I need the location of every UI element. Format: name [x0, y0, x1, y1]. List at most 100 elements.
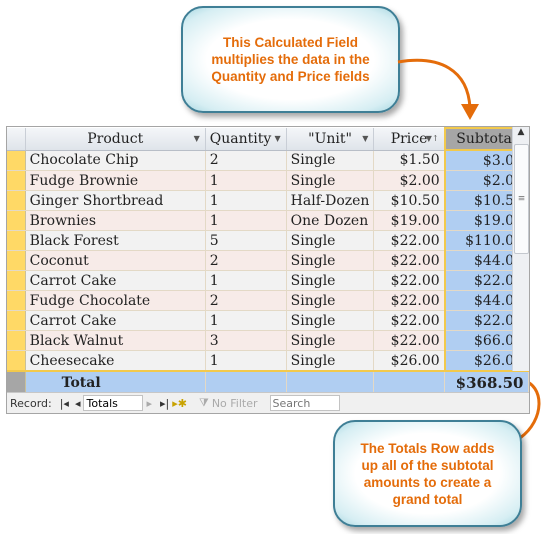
- arrowhead-down-icon: [461, 104, 479, 120]
- product-cell[interactable]: Ginger Shortbread: [25, 190, 206, 211]
- unit-cell[interactable]: Half-Dozen: [286, 190, 375, 211]
- quantity-cell[interactable]: 1: [205, 170, 287, 191]
- row-selector[interactable]: [7, 270, 26, 291]
- product-cell[interactable]: Cheesecake: [25, 350, 206, 372]
- unit-cell[interactable]: Single: [286, 330, 375, 351]
- record-navigation-bar: Record: |◂ ◂ ▸ ▸| ▸✱ ⧩ No Filter: [7, 392, 529, 413]
- totals-row-callout: The Totals Row adds up all of the subtot…: [333, 420, 522, 527]
- next-record-icon[interactable]: ▸: [146, 397, 152, 410]
- callout-text: The Totals Row adds up all of the subtot…: [360, 440, 495, 507]
- row-selector[interactable]: [7, 150, 26, 171]
- arrow-to-subtotal: [397, 58, 472, 109]
- row-selector[interactable]: [7, 370, 26, 394]
- unit-cell[interactable]: Single: [286, 350, 375, 372]
- table-row: Brownies 1 One Dozen $19.00 $19.00: [7, 210, 530, 231]
- price-cell[interactable]: $1.50: [373, 150, 446, 171]
- table-row: Chocolate Chip 2 Single $1.50 $3.00: [7, 150, 530, 171]
- row-selector[interactable]: [7, 210, 26, 231]
- unit-cell[interactable]: Single: [286, 250, 375, 271]
- select-all-corner[interactable]: [7, 128, 26, 151]
- totals-row: Total $368.50: [7, 370, 529, 394]
- datasheet: Product ▼ Quantity ▼ "Unit" ▼ Price ▼↑ Subto…: [6, 126, 530, 414]
- product-cell[interactable]: Carrot Cake: [25, 310, 206, 331]
- unit-cell[interactable]: Single: [286, 290, 375, 311]
- previous-record-icon[interactable]: ◂: [75, 397, 81, 410]
- price-cell[interactable]: $22.00: [373, 310, 446, 331]
- last-record-icon[interactable]: ▸|: [160, 397, 169, 410]
- product-cell[interactable]: Coconut: [25, 250, 206, 271]
- new-record-icon[interactable]: ▸✱: [172, 397, 187, 410]
- row-selector[interactable]: [7, 190, 26, 211]
- quantity-cell[interactable]: 1: [205, 270, 287, 291]
- sort-ascending-icon[interactable]: ▼↑: [426, 134, 439, 143]
- quantity-cell[interactable]: 2: [205, 150, 287, 171]
- grand-total-value[interactable]: $368.50: [444, 370, 529, 394]
- column-header-unit[interactable]: "Unit" ▼: [286, 128, 375, 151]
- unit-cell[interactable]: Single: [286, 230, 375, 251]
- price-cell[interactable]: $19.00: [373, 210, 446, 231]
- vertical-scrollbar[interactable]: ▲ ≡: [512, 127, 529, 371]
- row-selector[interactable]: [7, 290, 26, 311]
- quantity-cell[interactable]: 3: [205, 330, 287, 351]
- product-cell[interactable]: Black Forest: [25, 230, 206, 251]
- row-selector[interactable]: [7, 330, 26, 351]
- column-header-price[interactable]: Price ▼↑: [373, 128, 446, 151]
- table-row: Fudge Brownie 1 Single $2.00 $2.00: [7, 170, 530, 191]
- table-row: Black Forest 5 Single $22.00 $110.00: [7, 230, 530, 251]
- unit-cell[interactable]: Single: [286, 150, 375, 171]
- search-input[interactable]: [269, 395, 340, 411]
- price-cell[interactable]: $22.00: [373, 250, 446, 271]
- table-row: Carrot Cake 1 Single $22.00 $22.00: [7, 270, 530, 291]
- table-row: Coconut 2 Single $22.00 $44.00: [7, 250, 530, 271]
- row-selector[interactable]: [7, 230, 26, 251]
- datasheet-table: Product ▼ Quantity ▼ "Unit" ▼ Price ▼↑ Subto…: [7, 127, 530, 394]
- no-filter-button[interactable]: No Filter: [212, 397, 258, 410]
- row-selector[interactable]: [7, 310, 26, 331]
- current-record-field[interactable]: [83, 395, 144, 411]
- product-cell[interactable]: Chocolate Chip: [25, 150, 206, 171]
- product-cell[interactable]: Carrot Cake: [25, 270, 206, 291]
- price-cell[interactable]: $22.00: [373, 230, 446, 251]
- quantity-cell[interactable]: 5: [205, 230, 287, 251]
- table-row: Cheesecake 1 Single $26.00 $26.00: [7, 350, 530, 372]
- total-label: Total: [25, 370, 206, 394]
- scroll-up-icon[interactable]: ▲: [513, 127, 529, 143]
- product-cell[interactable]: Fudge Brownie: [25, 170, 206, 191]
- dropdown-icon[interactable]: ▼: [275, 134, 281, 143]
- total-cell[interactable]: [286, 370, 375, 394]
- quantity-cell[interactable]: 1: [205, 190, 287, 211]
- table-row: Carrot Cake 1 Single $22.00 $22.00: [7, 310, 530, 331]
- total-cell[interactable]: [205, 370, 287, 394]
- product-cell[interactable]: Fudge Chocolate: [25, 290, 206, 311]
- price-cell[interactable]: $2.00: [373, 170, 446, 191]
- total-cell[interactable]: [373, 370, 446, 394]
- product-cell[interactable]: Brownies: [25, 210, 206, 231]
- row-selector[interactable]: [7, 250, 26, 271]
- unit-cell[interactable]: Single: [286, 170, 375, 191]
- row-selector[interactable]: [7, 350, 26, 372]
- filter-icon[interactable]: ⧩: [199, 396, 209, 410]
- scroll-thumb[interactable]: ≡: [514, 144, 529, 254]
- quantity-cell[interactable]: 1: [205, 210, 287, 231]
- quantity-cell[interactable]: 1: [205, 350, 287, 372]
- record-label: Record:: [10, 396, 52, 410]
- unit-cell[interactable]: One Dozen: [286, 210, 375, 231]
- product-cell[interactable]: Black Walnut: [25, 330, 206, 351]
- price-cell[interactable]: $22.00: [373, 290, 446, 311]
- dropdown-icon[interactable]: ▼: [362, 134, 368, 143]
- column-header-product[interactable]: Product ▼: [25, 128, 206, 151]
- unit-cell[interactable]: Single: [286, 310, 375, 331]
- table-row: Black Walnut 3 Single $22.00 $66.00: [7, 330, 530, 351]
- column-header-quantity[interactable]: Quantity ▼: [205, 128, 287, 151]
- price-cell[interactable]: $22.00: [373, 330, 446, 351]
- price-cell[interactable]: $10.50: [373, 190, 446, 211]
- first-record-icon[interactable]: |◂: [60, 397, 69, 410]
- quantity-cell[interactable]: 1: [205, 310, 287, 331]
- quantity-cell[interactable]: 2: [205, 250, 287, 271]
- price-cell[interactable]: $22.00: [373, 270, 446, 291]
- unit-cell[interactable]: Single: [286, 270, 375, 291]
- price-cell[interactable]: $26.00: [373, 350, 446, 372]
- dropdown-icon[interactable]: ▼: [194, 134, 200, 143]
- quantity-cell[interactable]: 2: [205, 290, 287, 311]
- row-selector[interactable]: [7, 170, 26, 191]
